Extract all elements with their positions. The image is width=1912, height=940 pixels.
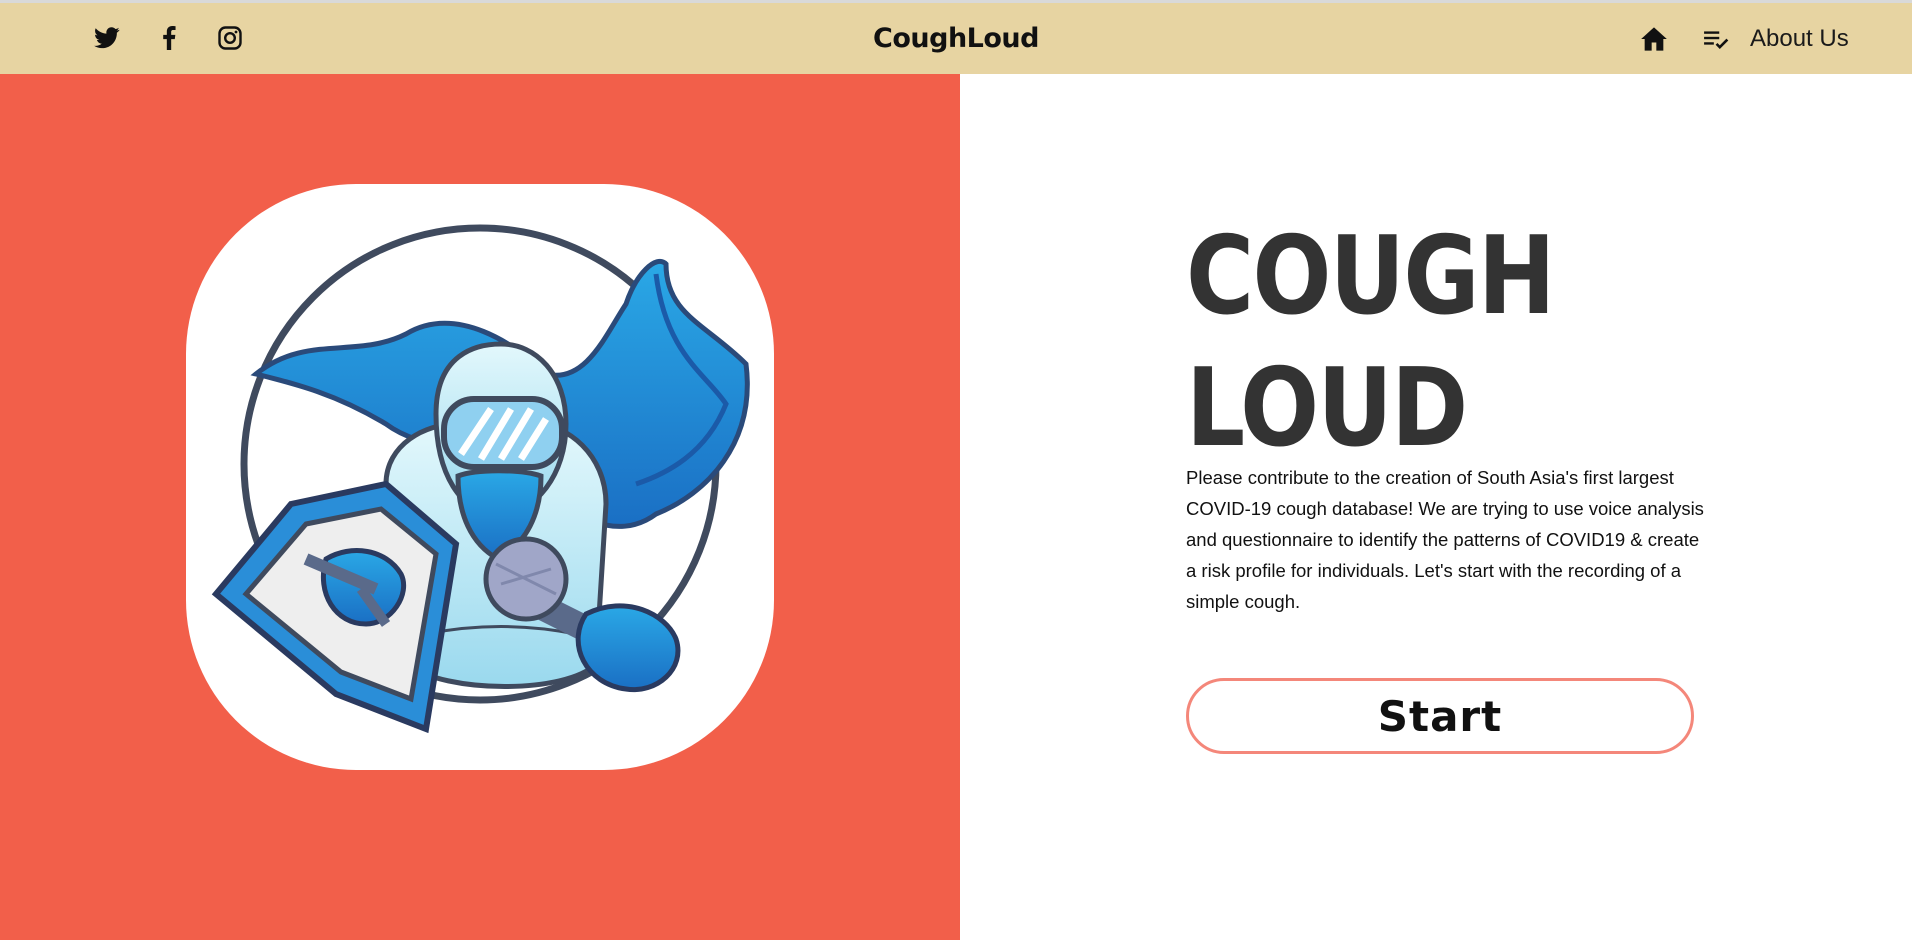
hero-description: Please contribute to the creation of Sou… bbox=[1186, 467, 1704, 612]
facebook-icon[interactable] bbox=[154, 23, 184, 53]
playlist-check-icon[interactable] bbox=[1700, 23, 1732, 55]
brand-title[interactable]: CoughLoud bbox=[0, 3, 1912, 74]
hero-panel: COUGH LOUD Please contribute to the crea… bbox=[960, 74, 1912, 940]
logo-card bbox=[186, 184, 774, 770]
hero-title-line-1: COUGH bbox=[1186, 214, 1556, 339]
hero-title-line-2: LOUD bbox=[1186, 346, 1468, 471]
illustration-panel bbox=[0, 74, 960, 940]
start-button[interactable]: Start bbox=[1186, 678, 1694, 754]
twitter-icon[interactable] bbox=[92, 23, 122, 53]
about-us-link[interactable]: About Us bbox=[1750, 3, 1849, 74]
home-icon[interactable] bbox=[1638, 23, 1670, 55]
superhero-mascot-illustration bbox=[211, 224, 750, 734]
instagram-icon[interactable] bbox=[215, 23, 245, 53]
hero-title: COUGH LOUD bbox=[1186, 211, 1668, 475]
navbar: CoughLoud About Us bbox=[0, 3, 1912, 74]
